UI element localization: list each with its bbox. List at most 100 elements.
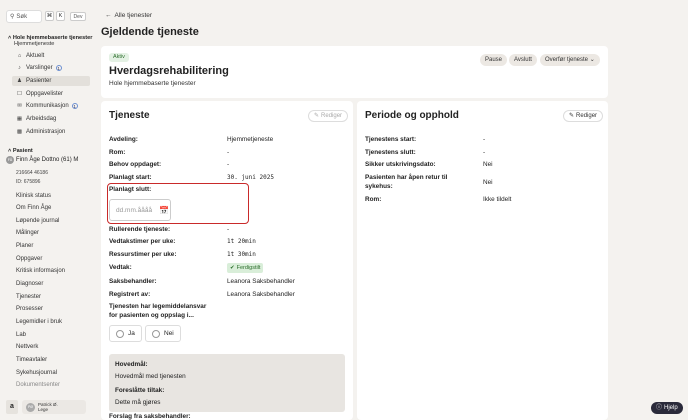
value-decision-hours: 1t 20min bbox=[227, 238, 256, 245]
patient-link-timeavtaler[interactable]: Timeavtaler bbox=[16, 357, 47, 363]
period-card-title: Periode og opphold bbox=[365, 110, 459, 121]
service-org: Hole hjemmebaserte tjenester bbox=[109, 80, 196, 87]
sidebar-item-oppgavelister[interactable]: ☐ Oppgavelister bbox=[12, 89, 90, 99]
page-title: Gjeldende tjeneste bbox=[101, 26, 199, 38]
label-medication-question-1: Tjenesten har legemiddelansvar bbox=[109, 303, 207, 310]
planned-end-date-input[interactable]: dd.mm.åååå 📅 bbox=[109, 199, 171, 221]
chevron-up-icon: ˄ bbox=[8, 35, 12, 41]
admin-icon: ▩ bbox=[16, 129, 23, 135]
patient-link-tjenester[interactable]: Tjenester bbox=[16, 294, 41, 300]
user-bar: a PØ Patrick Ø. Lege bbox=[6, 398, 88, 416]
date-placeholder: dd.mm.åååå bbox=[116, 206, 153, 214]
sidebar-item-kommunikasjon[interactable]: ✉ Kommunikasjon 1 bbox=[12, 101, 90, 111]
label-service-start: Tjenestens start: bbox=[365, 136, 417, 143]
sidebar-item-aktuelt[interactable]: ⌂ Aktuelt bbox=[12, 51, 90, 61]
label-caseworker-proposal: Forslag fra saksbehandler: bbox=[109, 413, 191, 420]
value-proposed-actions: Dette må gjøres bbox=[115, 399, 161, 406]
patient-section-title[interactable]: ˄ Pasient bbox=[8, 148, 33, 154]
radio-nei[interactable]: Nei bbox=[145, 325, 181, 342]
value-service-start: - bbox=[483, 136, 486, 143]
patient-link-kritisk[interactable]: Kritisk informasjon bbox=[16, 268, 65, 274]
decision-status-badge: ✔ Ferdigstilt bbox=[227, 263, 264, 273]
end-button[interactable]: Avslutt bbox=[509, 54, 537, 66]
value-behov: - bbox=[227, 161, 230, 168]
label-open-return-1: Pasienten har åpen retur til bbox=[365, 174, 448, 181]
edit-period-button[interactable]: ✎ Rediger bbox=[563, 110, 604, 122]
label-room: Rom: bbox=[365, 196, 382, 203]
help-icon: ⓘ bbox=[656, 405, 663, 411]
value-caseworker: Leanora Saksbehandler bbox=[227, 278, 295, 285]
value-main-goal: Hovedmål med tjenesten bbox=[115, 373, 186, 380]
patient-id: ID: 675896 bbox=[16, 179, 41, 185]
value-registered-by: Leanora Saksbehandler bbox=[227, 291, 295, 298]
label-proposed-actions: Foreslåtte tiltak: bbox=[115, 387, 165, 394]
home-icon: ⌂ bbox=[17, 53, 22, 59]
search-input[interactable]: ⚲ Søk bbox=[6, 10, 42, 23]
label-registered-by: Registrert av: bbox=[109, 291, 151, 298]
app-logo[interactable]: a bbox=[6, 400, 18, 414]
edit-service-button[interactable]: ✎ Rediger bbox=[308, 110, 349, 122]
label-rolling: Rullerende tjeneste: bbox=[109, 226, 171, 233]
label-planned-end: Planlagt slutt: bbox=[109, 186, 152, 193]
patient-link-om[interactable]: Om Finn Åge bbox=[16, 205, 51, 211]
help-button[interactable]: ⓘ Hjelp bbox=[651, 402, 683, 414]
patient-link-journal[interactable]: Løpende journal bbox=[16, 218, 59, 224]
label-behov: Behov oppdaget: bbox=[109, 161, 162, 168]
patient-link-dokumentsenter[interactable]: Dokumentsenter bbox=[16, 382, 60, 388]
unit-section-subtitle: Hjemmetjeneste bbox=[14, 41, 55, 47]
pencil-icon: ✎ bbox=[569, 113, 575, 119]
calendar-icon: ▦ bbox=[16, 116, 23, 122]
sidebar-item-varslinger[interactable]: ♪ Varslinger 1 bbox=[12, 63, 90, 73]
bell-icon: ♪ bbox=[18, 65, 21, 71]
radio-ja[interactable]: Ja bbox=[109, 325, 142, 342]
label-decision: Vedtak: bbox=[109, 264, 132, 271]
sidebar-item-arbeidsdag[interactable]: ▦ Arbeidsdag bbox=[12, 114, 90, 124]
value-resource-hours: 1t 30min bbox=[227, 251, 256, 258]
label-decision-hours: Vedtakstimer per uke: bbox=[109, 238, 176, 245]
label-safe-discharge: Sikker utskrivingsdato: bbox=[365, 161, 436, 168]
patient-link-sykehusjournal[interactable]: Sykehusjournal bbox=[16, 370, 57, 376]
patient-link-diagnoser[interactable]: Diagnoser bbox=[16, 281, 43, 287]
value-rolling: - bbox=[227, 226, 230, 233]
patient-link-prosesser[interactable]: Prosesser bbox=[16, 306, 43, 312]
sidebar-item-administrasjon[interactable]: ▩ Administrasjon bbox=[12, 127, 90, 137]
patient-link-oppgaver[interactable]: Oppgaver bbox=[16, 256, 42, 262]
label-open-return-2: sykehus: bbox=[365, 183, 393, 190]
patient-link-planer[interactable]: Planer bbox=[16, 243, 33, 249]
service-card-title: Tjeneste bbox=[109, 110, 150, 121]
notification-badge: 1 bbox=[55, 65, 62, 71]
calendar-icon[interactable]: 📅 bbox=[159, 206, 169, 215]
notification-badge: 1 bbox=[71, 103, 78, 109]
chevron-down-icon: ⌄ bbox=[589, 57, 595, 63]
user-role: Lege bbox=[38, 407, 49, 412]
check-circle-icon: ✔ bbox=[230, 265, 235, 271]
current-patient[interactable]: FÅ Finn Åge Dottno (61) M bbox=[6, 156, 78, 164]
value-room: Ikke tildelt bbox=[483, 196, 512, 203]
shortcut-k-key: K bbox=[56, 11, 65, 21]
dev-button[interactable]: Dev bbox=[70, 12, 86, 21]
patient-name: Finn Åge Dottno (61) M bbox=[16, 157, 79, 163]
patient-link-malinger[interactable]: Målinger bbox=[16, 230, 39, 236]
back-link[interactable]: ← Alle tjenester bbox=[105, 12, 152, 19]
sidebar-item-pasienter[interactable]: ♟ Pasienter bbox=[12, 76, 90, 86]
value-rom: - bbox=[227, 149, 230, 156]
pause-button[interactable]: Pause bbox=[480, 54, 508, 66]
value-open-return: Nei bbox=[483, 179, 493, 186]
chevron-up-icon: ˄ bbox=[8, 148, 12, 154]
patient-link-klinisk-status[interactable]: Klinisk status bbox=[16, 193, 51, 199]
transfer-button[interactable]: Overfør tjeneste ⌄ bbox=[540, 54, 600, 66]
checklist-icon: ☐ bbox=[17, 91, 22, 97]
patient-avatar: FÅ bbox=[6, 156, 14, 164]
label-avdeling: Avdeling: bbox=[109, 136, 138, 143]
label-rom: Rom: bbox=[109, 149, 126, 156]
user-avatar: PØ bbox=[26, 402, 35, 412]
value-planned-start: 30. juni 2025 bbox=[227, 174, 274, 181]
service-header-card: Aktiv Hverdagsrehabilitering Hole hjemme… bbox=[101, 46, 608, 98]
label-caseworker: Saksbehandler: bbox=[109, 278, 157, 285]
patient-link-nettverk[interactable]: Nettverk bbox=[16, 344, 38, 350]
patient-ssn: 216664 46186 bbox=[16, 170, 48, 176]
patient-link-lab[interactable]: Lab bbox=[16, 332, 26, 338]
pencil-icon: ✎ bbox=[314, 113, 320, 119]
user-menu[interactable]: PØ Patrick Ø. Lege bbox=[22, 400, 86, 414]
patient-link-legemidler[interactable]: Legemidler i bruk bbox=[16, 319, 62, 325]
